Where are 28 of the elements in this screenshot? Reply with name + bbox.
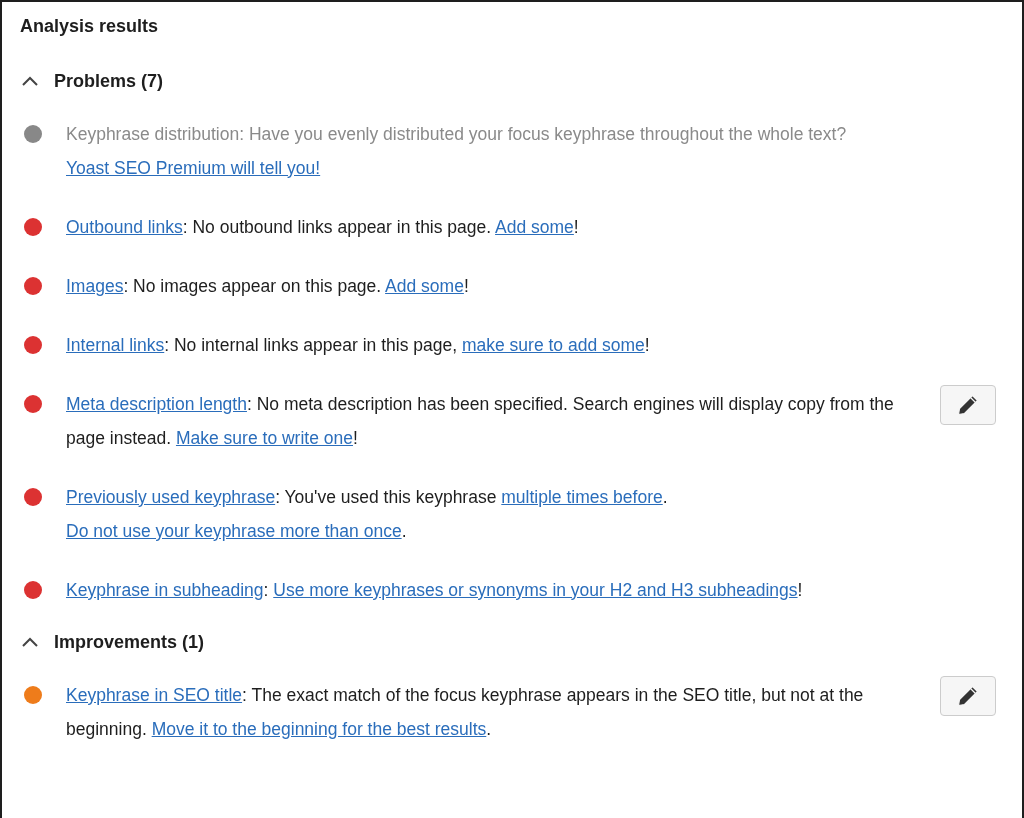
link[interactable]: Add some [385,275,464,296]
link[interactable]: Meta description length [66,393,247,414]
result-message: Keyphrase in subheading: Use more keyphrases or synonyms in your H2 and H3 subheadings! [66,578,804,602]
result-message: Keyphrase in SEO title: The exact match of the focus keyphrase appears in the SEO title, but not at the beginning. Move it to the beginning for the best results. [66,683,865,741]
link[interactable]: Keyphrase in SEO title [66,684,243,705]
link[interactable]: Do not use your keyphrase more than once [66,520,402,541]
link[interactable]: Outbound links [66,216,183,237]
result-message: Keyphrase distribution: Have you evenly distributed your focus keyphrase throughout the whole text? Yoast SEO Premium will tell you! [66,122,848,180]
section-heading[interactable]: Improvements (1) [54,628,205,656]
result-message: Meta description length: No meta description has been specified. Search engines will display copy from the page instead. Make sure to write one! [66,392,895,450]
link[interactable]: Internal links [66,334,165,355]
link[interactable]: multiple times before [501,486,663,507]
link[interactable]: make sure to add some [461,334,645,355]
link[interactable]: Use more keyphrases or synonyms in your H2 and H3 subheadings [273,579,798,600]
panel-title: Analysis results [20,16,160,38]
link[interactable]: Images [66,275,124,296]
result-message: Images: No images appear on this page. Add some! [66,274,470,298]
result-message: Previously used keyphrase: You've used this keyphrase multiple times before. Do not use your keyphrase more than once. [66,485,669,543]
link[interactable]: Previously used keyphrase [66,486,276,507]
link[interactable]: Keyphrase in subheading [66,579,264,600]
section-heading[interactable]: Problems (7) [54,67,164,95]
result-message: Internal links: No internal links appear in this page, make sure to add some! [66,333,651,357]
edit-button[interactable] [940,384,996,425]
edit-button[interactable] [940,675,996,716]
link[interactable]: Move it to the beginning for the best results [151,718,487,739]
link[interactable]: Add some [495,216,574,237]
link[interactable]: Make sure to write one [175,427,353,448]
result-message: Outbound links: No outbound links appear in this page. Add some! [66,215,580,239]
